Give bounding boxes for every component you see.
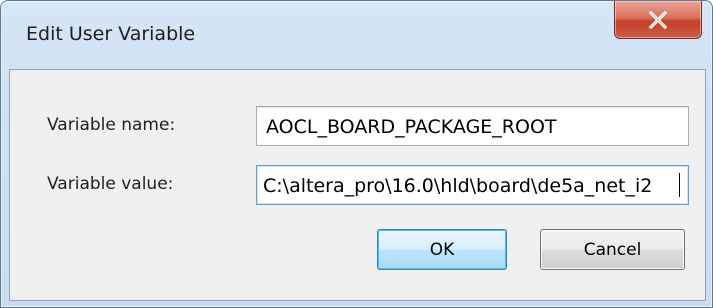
close-icon [648,10,668,29]
variable-name-label: Variable name: [47,115,176,135]
variable-value-label: Variable value: [47,174,174,194]
variable-name-input[interactable]: AOCL_BOARD_PACKAGE_ROOT [256,106,689,146]
dialog-body: Variable name: AOCL_BOARD_PACKAGE_ROOT V… [9,69,706,301]
close-button[interactable] [614,1,702,39]
cancel-button[interactable]: Cancel [540,229,685,270]
ok-button[interactable]: OK [377,229,507,270]
window-title: Edit User Variable [26,23,196,45]
dialog-window: Edit User Variable Variable name: AOCL_B… [0,0,713,308]
variable-value-text: C:\altera_pro\16.0\hld\board\de5a_net_i2 [263,175,653,197]
text-caret [679,173,680,197]
variable-value-input[interactable]: C:\altera_pro\16.0\hld\board\de5a_net_i2 [256,165,689,205]
